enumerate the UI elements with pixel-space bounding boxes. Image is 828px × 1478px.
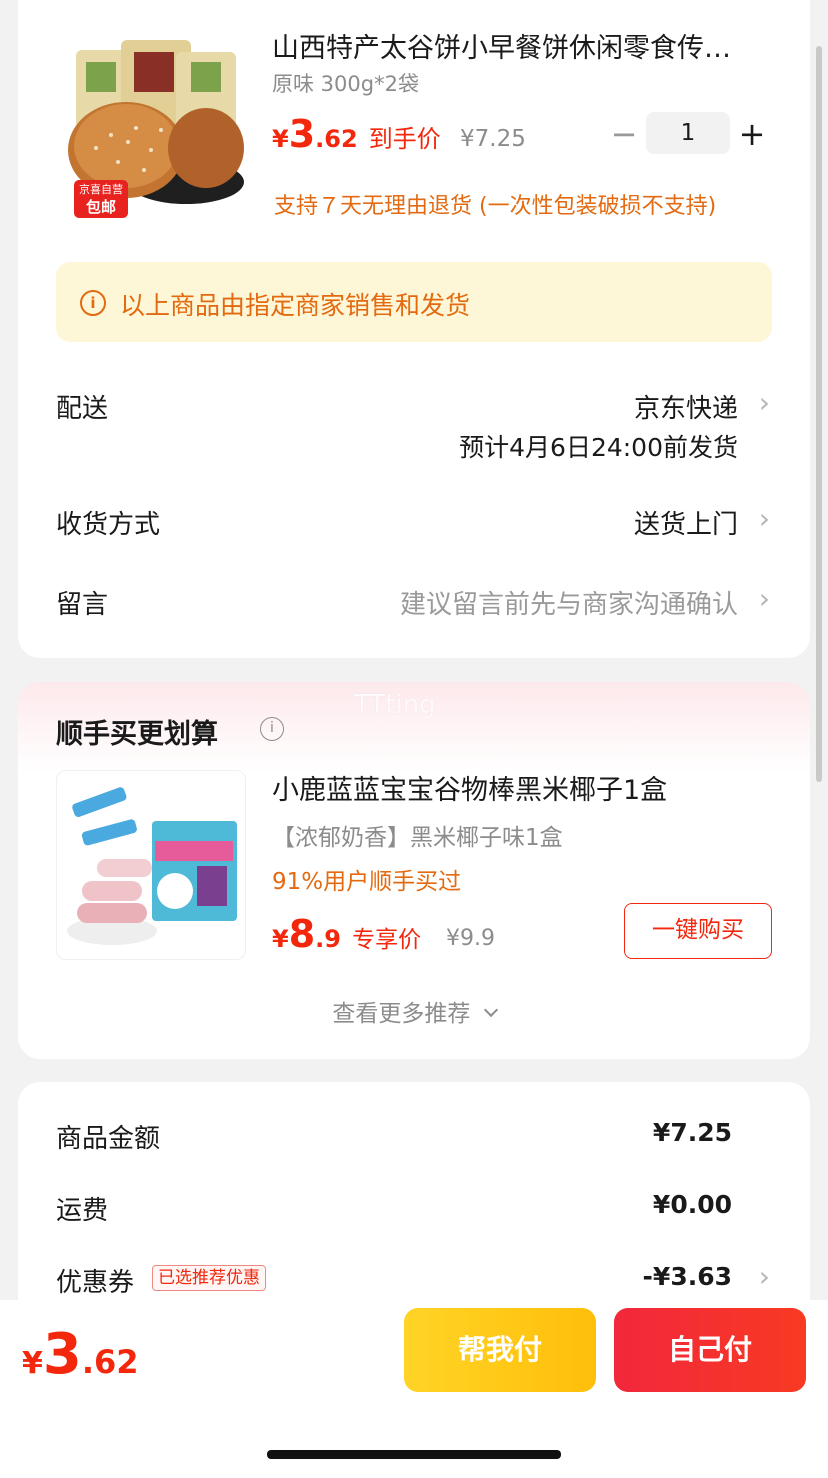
return-policy: 支持７天无理由退货 (一次性包装破损不支持) xyxy=(274,194,717,219)
message-input[interactable]: 建议留言前先与商家沟通确认 xyxy=(400,584,738,621)
pay-myself-button[interactable]: 自己付 xyxy=(614,1308,806,1392)
shipping-label: 运费 xyxy=(56,1196,109,1226)
price-decimal: .62 xyxy=(315,125,358,153)
goods-amount-label: 商品金额 xyxy=(56,1124,161,1154)
more-recommend-link[interactable]: 查看更多推荐 xyxy=(18,994,810,1028)
product-image[interactable]: 京喜自营 包邮 xyxy=(56,30,246,220)
total-currency: ¥ xyxy=(22,1346,43,1381)
price-tag: 专享价 xyxy=(352,927,422,953)
coupon-label: 优惠券 xyxy=(56,1268,135,1298)
coupon-badge: 已选推荐优惠 xyxy=(152,1265,266,1291)
home-indicator[interactable] xyxy=(267,1450,561,1459)
price-currency: ¥ xyxy=(272,925,289,953)
checkout-bar: ¥3.62 帮我付 自己付 xyxy=(0,1300,828,1478)
recommend-original-price: ¥9.9 xyxy=(446,926,495,951)
badge-top-text: 京喜自营 xyxy=(79,183,123,196)
product-spec: 原味 300g*2袋 xyxy=(272,72,419,96)
product-price: ¥3.62 到手价 xyxy=(272,112,441,156)
more-recommend-text: 查看更多推荐 xyxy=(332,1001,471,1027)
notice-text: 以上商品由指定商家销售和发货 xyxy=(120,291,471,320)
one-click-buy-button[interactable]: 一键购买 xyxy=(624,903,772,959)
product-title[interactable]: 山西特产太谷饼小早餐饼休闲零食传… xyxy=(272,26,772,65)
delivery-carrier[interactable]: 京东快递 xyxy=(634,388,738,425)
chevron-right-icon[interactable]: › xyxy=(759,386,770,419)
recommend-product-subtitle: 【浓郁奶香】黑米椰子味1盒 xyxy=(272,825,563,851)
cereal-bar-image xyxy=(67,787,237,945)
recommend-product-image[interactable] xyxy=(56,770,246,960)
merchant-notice: i 以上商品由指定商家销售和发货 xyxy=(56,262,772,342)
self-operated-badge: 京喜自营 包邮 xyxy=(74,180,128,218)
help-me-pay-button[interactable]: 帮我付 xyxy=(404,1308,596,1392)
social-proof: 91%用户顺手买过 xyxy=(272,869,462,895)
receive-method-label: 收货方式 xyxy=(56,510,161,540)
info-circle-icon[interactable]: i xyxy=(260,717,284,741)
price-tag: 到手价 xyxy=(368,125,441,153)
chevron-right-icon[interactable]: › xyxy=(759,582,770,615)
quantity-input[interactable]: 1 xyxy=(646,112,730,154)
total-decimal: .62 xyxy=(81,1343,139,1381)
order-item-card: 京喜自营 包邮 山西特产太谷饼小早餐饼休闲零食传… 原味 300g*2袋 ¥3.… xyxy=(18,0,810,658)
recommend-product-title[interactable]: 小鹿蓝蓝宝宝谷物棒黑米椰子1盒 xyxy=(272,768,782,807)
receive-method-value[interactable]: 送货上门 xyxy=(634,504,738,541)
chevron-right-icon[interactable]: › xyxy=(759,502,770,535)
quantity-minus-button[interactable]: − xyxy=(606,113,642,155)
price-integer: 8 xyxy=(288,912,316,956)
total-integer: 3 xyxy=(42,1322,82,1387)
message-label: 留言 xyxy=(56,590,109,620)
section-title: 顺手买更划算 xyxy=(56,719,218,750)
shipping-value: ¥0.00 xyxy=(652,1190,732,1219)
chevron-right-icon[interactable]: › xyxy=(759,1260,770,1293)
original-price: ¥7.25 xyxy=(460,126,526,152)
watermark: TTting xyxy=(354,690,436,720)
price-decimal: .9 xyxy=(315,925,341,953)
recommend-price: ¥8.9 专享价 xyxy=(272,912,421,956)
goods-amount-value: ¥7.25 xyxy=(652,1118,732,1147)
total-price: ¥3.62 xyxy=(22,1322,139,1387)
chevron-down-icon xyxy=(483,1002,498,1018)
delivery-eta: 预计4月6日24:00前发货 xyxy=(459,433,738,462)
scrollbar[interactable] xyxy=(816,46,822,782)
badge-bottom-text: 包邮 xyxy=(85,198,116,216)
quantity-plus-button[interactable]: + xyxy=(734,113,770,155)
price-currency: ¥ xyxy=(272,125,289,153)
delivery-label: 配送 xyxy=(56,394,109,424)
info-circle-icon: i xyxy=(80,290,106,316)
recommend-card: 顺手买更划算 i TTting 小鹿蓝蓝宝宝谷物棒黑米椰子1盒 【浓郁奶香】黑米… xyxy=(18,682,810,1059)
price-integer: 3 xyxy=(288,112,316,156)
coupon-value[interactable]: -¥3.63 xyxy=(643,1262,732,1291)
